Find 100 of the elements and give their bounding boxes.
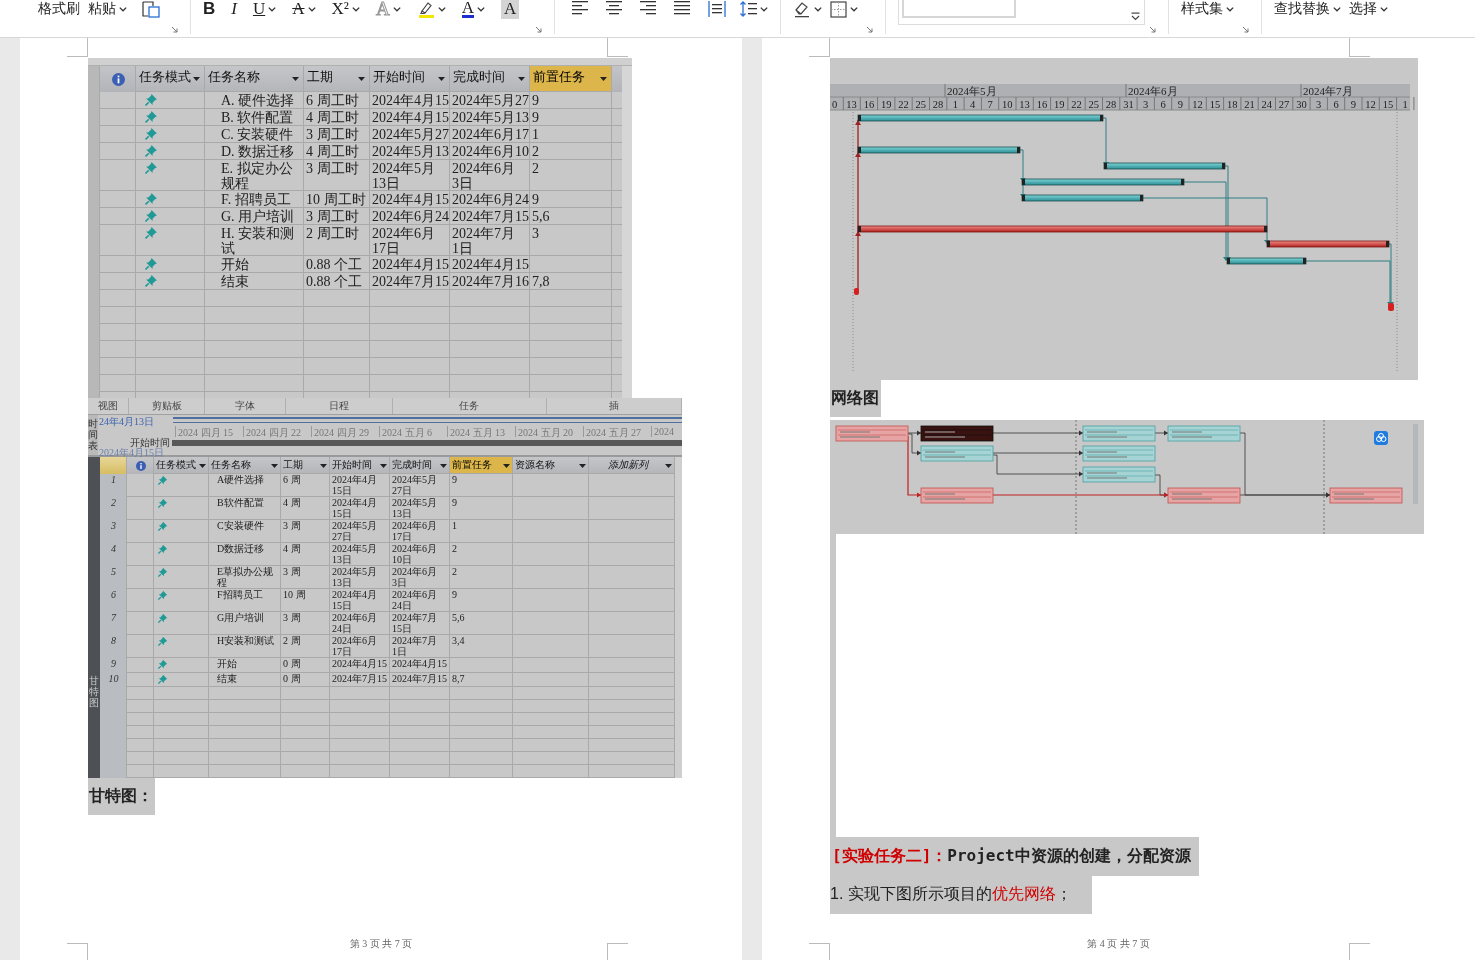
table-cell-text: 9: [451, 589, 458, 602]
table-row[interactable]: G. 用户培训 3 周工时 2024年6月24 2024年7月15 5,6: [88, 208, 632, 225]
table-row[interactable]: 7 G用户培训 3 周 2024年6月 24日 2024年7月 15日 5,6: [100, 612, 682, 635]
dropdown-arrow-icon[interactable]: [438, 77, 445, 81]
table-cell-text: 1: [451, 520, 458, 533]
column-header[interactable]: 资源名称: [513, 457, 589, 474]
column-header[interactable]: 前置任务: [450, 457, 513, 474]
dropdown-arrow-icon[interactable]: [665, 464, 672, 468]
timeline-start-date: 2024年4月15日: [99, 447, 164, 458]
dropdown-arrow-icon[interactable]: [193, 77, 200, 81]
table-cell-text: 2024年4月15: [371, 191, 450, 208]
table-row[interactable]: D. 数据迁移 4 周工时 2024年5月13 2024年6月10 2: [88, 143, 632, 160]
table-cell-text: 2: [531, 160, 540, 178]
table-row[interactable]: H. 安装和测 试 2 周工时 2024年6月 17日 2024年7月 1日 3: [88, 225, 632, 256]
table-row[interactable]: 1 A硬件选择 6 周 2024年4月 15日 2024年5月 27日 9: [100, 474, 682, 497]
dropdown-arrow-icon[interactable]: [440, 464, 447, 468]
task-instruction: 1. 实现下图所示项目的优先网络；: [830, 876, 1092, 914]
dropdown-arrow-icon[interactable]: [579, 464, 586, 468]
align-center-icon[interactable]: [606, 0, 623, 15]
table-cell-text: 9: [451, 497, 458, 510]
table-row[interactable]: 结束 0.88 个工 2024年7月15 2024年7月16 7,8: [88, 273, 632, 290]
align-right-icon[interactable]: [640, 0, 657, 15]
underline-button[interactable]: U: [248, 0, 281, 18]
table-cell-text: 2024年5月 13日: [371, 160, 436, 191]
column-header[interactable]: 完成时间: [390, 457, 450, 474]
table-row[interactable]: C. 安装硬件 3 周工时 2024年5月27 2024年6月17 1: [88, 126, 632, 143]
caret-icon: [351, 6, 360, 12]
table-cell-text: 2024年6月17: [451, 126, 530, 143]
dialog-launcher-icon[interactable]: [866, 26, 874, 33]
italic-button[interactable]: I: [227, 0, 241, 18]
dropdown-arrow-icon[interactable]: [518, 77, 525, 81]
table-cell-text: 3 周: [282, 612, 302, 625]
table-row[interactable]: 开始 0.88 个工 2024年4月15 2024年4月15: [88, 256, 632, 273]
dropdown-arrow-icon[interactable]: [320, 464, 327, 468]
table-cell-text: 3 周工时: [305, 208, 360, 225]
table-row[interactable]: 6 F招聘员工 10 周 2024年4月 15日 2024年6月 24日 9: [100, 589, 682, 612]
table-cell-text: 2024年5月 13日: [331, 543, 378, 566]
toolbar-button[interactable]: 格式刷: [34, 0, 84, 18]
dropdown-arrow-icon[interactable]: [199, 464, 206, 468]
crop-mark: [607, 38, 628, 57]
dialog-launcher-icon[interactable]: [1149, 26, 1157, 33]
table-cell-text: 10 周工时: [305, 191, 367, 208]
row-number: 9: [110, 658, 117, 671]
column-header[interactable]: 开始时间: [330, 457, 390, 474]
table-cell-text: 2024年7月 15日: [391, 612, 438, 635]
dropdown-button[interactable]: 查找替换: [1270, 0, 1346, 18]
ribbon-group-label: 任务: [459, 399, 480, 413]
pin-icon: [158, 567, 168, 577]
column-header[interactable]: 工期: [281, 457, 330, 474]
table-row[interactable]: A. 硬件选择 6 周工时 2024年4月15 2024年5月27 9: [88, 92, 632, 109]
table-cell-text: H安装和测试: [216, 635, 276, 648]
dropdown-button[interactable]: 选择: [1345, 0, 1393, 18]
table-cell-text: 5,6: [451, 612, 466, 625]
table-cell-text: 2024年4月15: [371, 109, 450, 126]
table-row[interactable]: 4 D数据迁移 4 周 2024年5月 13日 2024年6月 10日 2: [100, 543, 682, 566]
justify-icon[interactable]: [674, 0, 691, 15]
table-row[interactable]: F. 招聘员工 10 周工时 2024年4月15 2024年6月24 9: [88, 191, 632, 208]
strikethrough-button[interactable]: A: [288, 0, 320, 18]
table-row[interactable]: B. 软件配置 4 周工时 2024年4月15 2024年5月13 9: [88, 109, 632, 126]
table-row[interactable]: 8 H安装和测试 2 周 2024年6月 17日 2024年7月 1日 3,4: [100, 635, 682, 658]
table-cell-text: C. 安装硬件: [220, 126, 295, 143]
table-row[interactable]: 2 B软件配置 4 周 2024年4月 15日 2024年5月 13日 9: [100, 497, 682, 520]
table-cell-text: 开始: [220, 256, 250, 273]
dialog-launcher-icon[interactable]: [1242, 26, 1250, 33]
bold-button[interactable]: B: [199, 0, 220, 18]
superscript-button[interactable]: X²: [327, 0, 364, 18]
dropdown-arrow-icon[interactable]: [292, 77, 299, 81]
dropdown-arrow-icon[interactable]: [503, 464, 510, 468]
table-cell-text: 4 周: [282, 497, 302, 510]
dialog-launcher-icon[interactable]: [535, 26, 543, 33]
dropdown-button[interactable]: 粘贴: [84, 0, 131, 18]
table-cell-text: 2024年5月13: [451, 109, 530, 126]
dropdown-arrow-icon[interactable]: [600, 77, 607, 81]
table-row[interactable]: 5 E草拟办公规 程 3 周 2024年5月 13日 2024年6月 3日 2: [100, 566, 682, 589]
day-label: 9: [1350, 99, 1356, 110]
dropdown-button[interactable]: 样式集: [1177, 0, 1239, 18]
dropdown-arrow-icon[interactable]: [271, 464, 278, 468]
font-color-button[interactable]: A: [457, 0, 489, 18]
table-row[interactable]: E. 拟定办公 规程 3 周工时 2024年5月 13日 2024年6月 3日 2: [88, 160, 632, 191]
table-cell-text: 8,7: [451, 672, 466, 686]
figure-caption: 甘特图：: [88, 778, 155, 815]
day-label: 28: [1105, 99, 1117, 110]
align-left-icon[interactable]: [572, 0, 589, 15]
table-row[interactable]: 3 C安装硬件 3 周 2024年5月 27日 2024年6月 17日 1: [100, 520, 682, 543]
ribbon-group-label: 视图: [98, 399, 119, 413]
table-row[interactable]: 9 开始 0 周 2024年4月15 2024年4月15: [100, 658, 682, 673]
column-header[interactable]: 添加新列: [589, 457, 675, 474]
dropdown-arrow-icon[interactable]: [358, 77, 365, 81]
month-label: 2024年7月: [1303, 85, 1353, 97]
column-header[interactable]: 前置任务: [530, 66, 612, 92]
more-styles-icon[interactable]: [1131, 12, 1141, 21]
distribute-icon[interactable]: [708, 0, 727, 18]
row-number: 2: [110, 497, 117, 510]
dropdown-arrow-icon[interactable]: [380, 464, 387, 468]
paste-icon[interactable]: [141, 0, 163, 18]
info-icon: [135, 460, 146, 471]
dialog-launcher-icon[interactable]: [171, 26, 178, 33]
column-header[interactable]: 任务名称: [209, 457, 281, 474]
table-cell-text: 9: [531, 191, 540, 208]
column-header[interactable]: 任务模式: [154, 457, 209, 474]
